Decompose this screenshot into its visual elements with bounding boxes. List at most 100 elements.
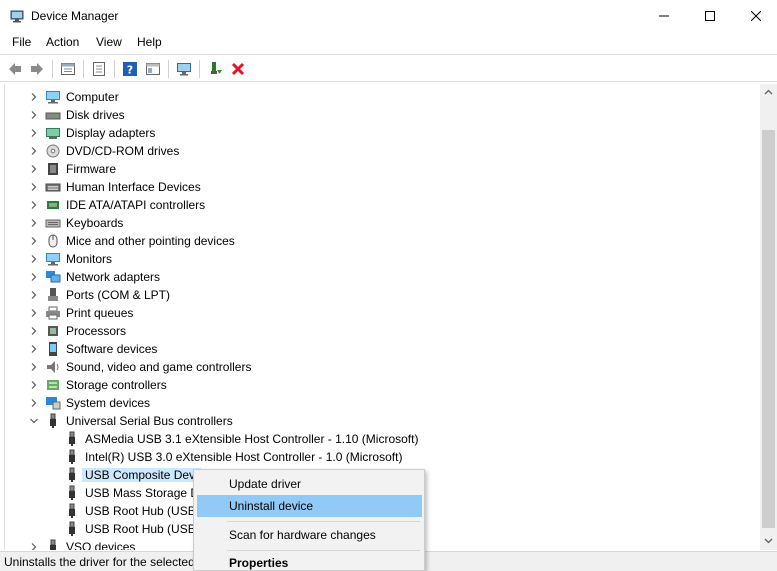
scroll-up-icon[interactable] <box>764 88 773 97</box>
tree-category-label: Ports (COM & LPT) <box>66 288 171 302</box>
tree-device[interactable]: Intel(R) USB 3.0 eXtensible Host Control… <box>5 448 745 466</box>
back-button[interactable] <box>4 58 26 80</box>
view-icon <box>146 63 160 75</box>
vertical-scrollbar[interactable] <box>760 84 777 550</box>
hid-icon <box>45 183 61 192</box>
chevron-right-icon[interactable] <box>29 236 39 246</box>
menu-action[interactable]: Action <box>46 35 79 49</box>
toolbar-separator <box>114 60 115 78</box>
title-bar: Device Manager <box>0 0 777 32</box>
scrollbar-thumb[interactable] <box>762 130 775 528</box>
chevron-right-icon[interactable] <box>29 128 39 138</box>
tree-category[interactable]: Keyboards <box>5 214 745 232</box>
chevron-right-icon[interactable] <box>29 326 39 336</box>
tree-category[interactable]: Sound, video and game controllers <box>5 358 745 376</box>
update-driver-button[interactable] <box>204 58 226 80</box>
printer-icon <box>46 306 60 320</box>
tree-category[interactable]: Processors <box>5 322 745 340</box>
tree-category-label: Print queues <box>66 306 134 320</box>
toolbar-separator <box>199 60 200 78</box>
view-button[interactable] <box>142 58 164 80</box>
ctx-scan-hardware-label: Scan for hardware changes <box>229 528 376 542</box>
tree-category[interactable]: System devices <box>5 394 745 412</box>
chevron-right-icon[interactable] <box>29 380 39 390</box>
maximize-button[interactable] <box>687 0 733 32</box>
firmware-icon <box>48 163 58 175</box>
menu-help[interactable]: Help <box>137 35 162 49</box>
scan-hardware-button[interactable] <box>173 58 195 80</box>
tree-category[interactable]: Computer <box>5 88 745 106</box>
tree-device[interactable]: ASMedia USB 3.1 eXtensible Host Controll… <box>5 430 745 448</box>
ctx-uninstall-device-label: Uninstall device <box>229 499 314 513</box>
tree-category-label: System devices <box>66 396 151 410</box>
chevron-right-icon[interactable] <box>29 164 39 174</box>
forward-button[interactable] <box>26 58 48 80</box>
computer-icon <box>46 91 60 104</box>
tree-category[interactable]: IDE ATA/ATAPI controllers <box>5 196 745 214</box>
chevron-right-icon[interactable] <box>29 200 39 210</box>
tree-category[interactable]: DVD/CD-ROM drives <box>5 142 745 160</box>
ctx-uninstall-device[interactable]: Uninstall device <box>197 495 422 517</box>
tree-category[interactable]: Human Interface Devices <box>5 178 745 196</box>
properties-button[interactable] <box>57 58 79 80</box>
chevron-right-icon[interactable] <box>29 272 39 282</box>
chevron-right-icon[interactable] <box>29 146 39 156</box>
context-menu: Update driver Uninstall device Scan for … <box>193 469 425 571</box>
tree-category[interactable]: Software devices <box>5 340 745 358</box>
chevron-right-icon[interactable] <box>29 254 39 264</box>
uninstall-button[interactable] <box>227 58 249 80</box>
device-manager-icon <box>10 10 24 23</box>
tree-category-label: Keyboards <box>66 216 124 230</box>
minimize-button[interactable] <box>641 0 687 32</box>
ctx-update-driver[interactable]: Update driver <box>197 473 422 495</box>
chevron-right-icon[interactable] <box>29 344 39 354</box>
chevron-right-icon[interactable] <box>29 182 39 192</box>
port-icon <box>48 288 58 301</box>
ctx-scan-hardware[interactable]: Scan for hardware changes <box>197 524 422 546</box>
tree-category[interactable]: Firmware <box>5 160 745 178</box>
tree-category[interactable]: Ports (COM & LPT) <box>5 286 745 304</box>
chevron-right-icon[interactable] <box>29 362 39 372</box>
usb-icon <box>69 503 75 518</box>
ctx-properties[interactable]: Properties <box>197 552 422 571</box>
menu-view[interactable]: View <box>96 35 122 49</box>
tree-category[interactable]: Display adapters <box>5 124 745 142</box>
show-hide-button[interactable] <box>88 58 110 80</box>
scroll-down-icon[interactable] <box>764 536 773 545</box>
chevron-down-icon[interactable] <box>29 416 39 426</box>
tree-category[interactable]: Storage controllers <box>5 376 745 394</box>
chevron-right-icon[interactable] <box>29 110 39 120</box>
ctx-properties-label: Properties <box>229 556 289 570</box>
mouse-icon <box>48 234 58 248</box>
help-button[interactable]: ? <box>119 58 141 80</box>
tree-category-label: Network adapters <box>66 270 161 284</box>
menu-file[interactable]: File <box>12 35 31 49</box>
tree-category-label: Display adapters <box>66 126 156 140</box>
tree-category[interactable]: Monitors <box>5 250 745 268</box>
tree-category[interactable]: Network adapters <box>5 268 745 286</box>
help-icon: ? <box>123 62 137 77</box>
close-button[interactable] <box>733 0 777 32</box>
chevron-right-icon[interactable] <box>29 398 39 408</box>
chevron-right-icon[interactable] <box>29 308 39 318</box>
show-hide-icon <box>93 62 105 76</box>
tree-category-label: Firmware <box>66 162 116 176</box>
network-icon <box>46 271 61 283</box>
usb-icon <box>69 431 75 446</box>
toolbar-separator <box>83 60 84 78</box>
usb-icon <box>50 413 56 428</box>
tree-category[interactable]: Print queues <box>5 304 745 322</box>
chevron-right-icon[interactable] <box>29 290 39 300</box>
svg-text:?: ? <box>127 64 133 77</box>
tree-category[interactable]: Mice and other pointing devices <box>5 232 745 250</box>
tree-device-label: USB Composite Devi <box>82 468 201 482</box>
chevron-right-icon[interactable] <box>29 218 39 228</box>
software-icon <box>49 342 57 356</box>
tree-category-label: Universal Serial Bus controllers <box>66 414 233 428</box>
toolbar-separator <box>52 60 53 78</box>
tree-category[interactable]: Disk drives <box>5 106 745 124</box>
monitor-icon <box>46 253 60 266</box>
chevron-right-icon[interactable] <box>29 92 39 102</box>
tree-category[interactable]: Universal Serial Bus controllers <box>5 412 745 430</box>
chevron-right-icon[interactable] <box>29 542 39 550</box>
